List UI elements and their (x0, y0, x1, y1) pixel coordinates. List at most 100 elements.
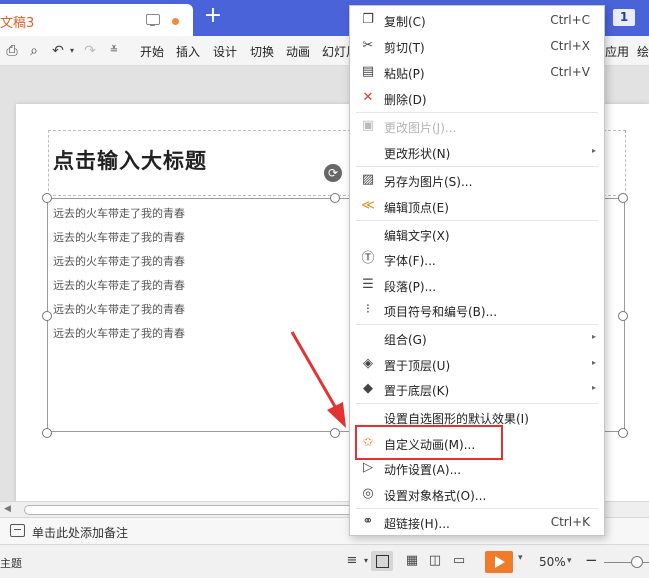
notes-placeholder[interactable]: 单击此处添加备注 (32, 524, 128, 541)
slide-title[interactable]: 点击输入大标题 (53, 145, 207, 175)
submenu-arrow-icon: ▸ (591, 383, 596, 392)
menu-separator (356, 166, 598, 167)
menu-item-save-as-picture[interactable]: ▨ 另存为图片(S)... (350, 168, 604, 193)
print-preview-icon[interactable]: ⌕ (26, 43, 42, 59)
resize-handle[interactable] (330, 193, 340, 203)
bring-to-front-icon: ◈ (363, 356, 373, 371)
menu-item-label: 更改图片(J)... (384, 121, 457, 135)
menu-item-label: 编辑文字(X) (384, 229, 450, 243)
menu-item-delete[interactable]: ✕ 删除(D) (350, 86, 604, 111)
present-icon[interactable] (146, 14, 160, 26)
menu-item-shortcut: Ctrl+C (550, 13, 590, 27)
menu-item-shortcut: Ctrl+X (550, 39, 590, 53)
menu-item-bullets[interactable]: ⁝ 项目符号和编号(B)... (350, 298, 604, 323)
normal-view-icon[interactable] (371, 551, 393, 571)
menu-item-paragraph[interactable]: ☰ 段落(P)... (350, 273, 604, 298)
menu-item-shortcut: Ctrl+K (550, 515, 590, 529)
page-number-badge: 1 (613, 9, 635, 26)
menu-item-cut[interactable]: ✂ 剪切(T) Ctrl+X (350, 34, 604, 59)
menu-item-hyperlink[interactable]: ⚭ 超链接(H)... Ctrl+K (350, 510, 604, 535)
resize-handle[interactable] (330, 428, 340, 438)
menu-item-change-picture: ▣ 更改图片(J)... (350, 114, 604, 139)
menu-item-label: 字体(F)... (384, 254, 436, 268)
menu-separator (356, 112, 598, 113)
menu-item-label: 项目符号和编号(B)... (384, 305, 498, 319)
menu-item-edit-points[interactable]: ≪ 编辑顶点(E) (350, 194, 604, 219)
new-tab-button[interactable]: + (202, 4, 224, 30)
zoom-out-icon[interactable]: − (585, 551, 598, 569)
resize-handle[interactable] (42, 428, 52, 438)
tab-home[interactable]: 开始 (140, 43, 164, 60)
body-text-line: 远去的火车带走了我的青春 (53, 231, 185, 244)
notes-icon (10, 524, 25, 537)
tab-animation[interactable]: 动画 (286, 43, 310, 60)
body-text-line: 远去的火车带走了我的青春 (53, 303, 185, 316)
resize-handle[interactable] (618, 311, 628, 321)
save-as-picture-icon: ▨ (361, 172, 375, 187)
menu-item-label: 置于底层(K) (384, 384, 450, 398)
print-icon[interactable]: ⎙ (4, 43, 20, 59)
menu-separator (356, 508, 598, 509)
zoom-level[interactable]: 50% (539, 555, 566, 569)
theme-label[interactable]: 主题 (0, 555, 22, 571)
menu-item-format-object[interactable]: ◎ 设置对象格式(O)... (350, 482, 604, 507)
resize-handle[interactable] (618, 193, 628, 203)
scrollbar-thumb[interactable] (24, 505, 364, 515)
play-slideshow-button[interactable] (485, 551, 513, 573)
menu-item-font[interactable]: Ⓣ 字体(F)... (350, 247, 604, 272)
menu-item-label: 组合(G) (384, 333, 427, 347)
delete-icon: ✕ (362, 90, 374, 105)
presenter-view-icon[interactable]: ▭ (450, 553, 468, 569)
menu-item-edit-text[interactable]: 编辑文字(X) (350, 222, 604, 247)
menu-item-group[interactable]: 组合(G) ▸ (350, 326, 604, 351)
tab-insert[interactable]: 插入 (176, 43, 200, 60)
send-to-back-icon: ◆ (363, 381, 373, 396)
menu-item-label: 剪切(T) (384, 41, 425, 55)
document-tab[interactable]: 文稿3 (0, 4, 193, 36)
customize-toolbar-icon[interactable]: ≚ (106, 43, 122, 59)
scroll-left-icon[interactable]: ◀ (4, 504, 11, 514)
undo-dropdown-icon[interactable]: ▾ (64, 43, 80, 59)
unsaved-dot-icon (172, 18, 179, 25)
resize-handle[interactable] (42, 311, 52, 321)
annotation-highlight-box (355, 425, 503, 460)
bullets-icon: ⁝ (365, 302, 371, 317)
menu-item-shortcut: Ctrl+V (550, 65, 590, 79)
menu-item-bring-to-front[interactable]: ◈ 置于顶层(U) ▸ (350, 352, 604, 377)
tab-transition[interactable]: 切换 (250, 43, 274, 60)
slide-sorter-icon[interactable]: ▦ (403, 553, 421, 569)
format-object-icon: ◎ (362, 486, 374, 501)
menu-separator (356, 324, 598, 325)
paste-icon: ▤ (361, 64, 375, 79)
body-text-line: 远去的火车带走了我的青春 (53, 255, 185, 268)
menu-item-label: 超链接(H)... (384, 517, 450, 531)
menu-item-send-to-back[interactable]: ◆ 置于底层(K) ▸ (350, 377, 604, 402)
zoom-slider-thumb[interactable] (631, 556, 643, 568)
play-options-icon[interactable]: ▾ (518, 553, 523, 563)
menu-item-label: 另存为图片(S)... (384, 175, 473, 189)
tab-apps[interactable]: 应用 (605, 43, 629, 60)
body-text-line: 远去的火车带走了我的青春 (53, 207, 185, 220)
menu-item-label: 更改形状(N) (384, 147, 451, 161)
zoom-dropdown-icon[interactable]: ▾ (567, 556, 572, 566)
menu-item-label: 动作设置(A)... (384, 463, 462, 477)
menu-item-copy[interactable]: ❐ 复制(C) Ctrl+C (350, 8, 604, 33)
resize-handle[interactable] (618, 428, 628, 438)
change-picture-icon: ▣ (361, 118, 375, 133)
redo-icon[interactable]: ↷ (82, 43, 98, 59)
reading-view-icon[interactable]: ◫ (426, 553, 444, 569)
cut-icon: ✂ (362, 38, 374, 53)
status-bar: 主题 ≡ ▾ ▦ ◫ ▭ ▾ 50% ▾ − (0, 544, 649, 578)
submenu-arrow-icon: ▸ (591, 146, 596, 155)
menu-item-paste[interactable]: ▤ 粘贴(P) Ctrl+V (350, 60, 604, 85)
menu-item-label: 粘贴(P) (384, 67, 425, 81)
menu-item-label: 段落(P)... (384, 280, 437, 294)
menu-item-change-shape[interactable]: 更改形状(N) ▸ (350, 140, 604, 165)
body-text-line: 远去的火车带走了我的青春 (53, 327, 185, 340)
menu-item-label: 设置对象格式(O)... (384, 489, 487, 503)
resize-handle[interactable] (42, 193, 52, 203)
tab-design[interactable]: 设计 (213, 43, 237, 60)
hyperlink-icon: ⚭ (362, 514, 374, 529)
rotate-handle-icon[interactable]: ⟳ (324, 164, 342, 182)
tab-draw[interactable]: 绘 (637, 43, 649, 60)
